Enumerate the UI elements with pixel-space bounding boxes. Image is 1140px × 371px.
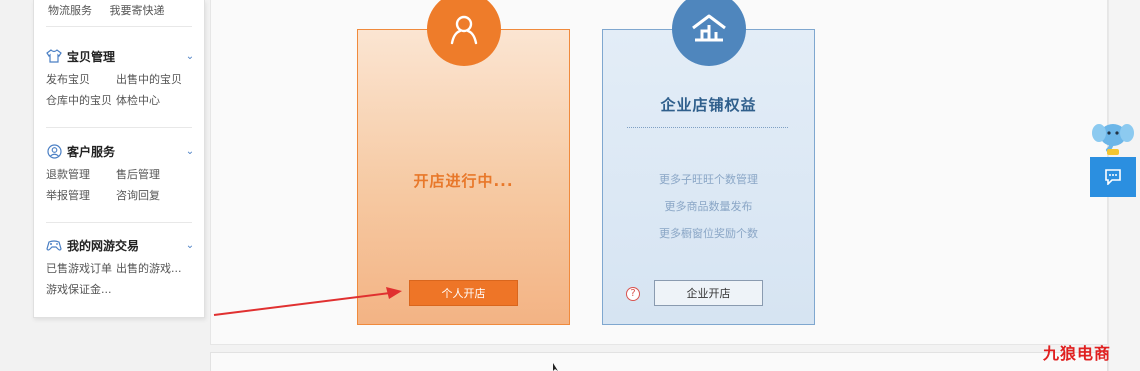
sidebar-section-items: 宝贝管理 ⌄ 发布宝贝 出售中的宝贝 仓库中的宝贝 体检中心 [46,46,196,108]
sidebar-section-game-trade: 我的网游交易 ⌄ 已售游戏订单 出售的游戏... 游戏保证金... [46,235,196,297]
elephant-mascot-icon[interactable] [1090,117,1136,157]
enterprise-feature: 更多橱窗位奖励个数 [659,227,758,240]
gamepad-icon [46,237,62,253]
sidebar-top-links: 物流服务 我要寄快递 [48,2,179,18]
sidebar-row: 仓库中的宝贝 体检中心 [46,92,196,108]
sidebar-link[interactable]: 出售的游戏... [116,260,182,276]
divider [627,127,788,128]
chevron-down-icon[interactable]: ⌄ [184,51,196,62]
sidebar-link[interactable]: 举报管理 [46,187,116,203]
sidebar-row: 退款管理 售后管理 [46,166,196,182]
enterprise-benefits-title: 企业店铺权益 [660,96,757,114]
enterprise-feature: 更多商品数量发布 [664,200,753,213]
sidebar-link[interactable]: 体检中心 [116,92,160,108]
sidebar-section-title: 我的网游交易 [67,238,140,253]
sidebar-divider [46,26,192,27]
seller-sidebar: 物流服务 我要寄快递 宝贝管理 ⌄ 发布宝贝 出售中的宝贝 仓库中的宝贝 体检中心 … [33,0,205,318]
sidebar-row: 游戏保证金... [46,281,196,297]
sidebar-section-header[interactable]: 客户服务 ⌄ [46,141,196,161]
sidebar-row: 举报管理 咨询回复 [46,187,196,203]
chevron-down-icon[interactable]: ⌄ [184,240,196,251]
enterprise-feature: 更多子旺旺个数管理 [659,173,758,186]
sidebar-link[interactable]: 退款管理 [46,166,116,182]
personal-shop-button[interactable]: 个人开店 [409,280,518,306]
sidebar-link[interactable]: 出售中的宝贝 [116,71,182,87]
help-icon[interactable]: ? [626,287,640,301]
bottom-panel [210,352,1108,371]
sidebar-section-header[interactable]: 宝贝管理 ⌄ [46,46,196,66]
enterprise-shop-button[interactable]: 企业开店 [654,280,763,306]
sidebar-row: 发布宝贝 出售中的宝贝 [46,71,196,87]
sidebar-link-send-express[interactable]: 我要寄快递 [110,4,165,17]
sidebar-link[interactable]: 咨询回复 [116,187,160,203]
sidebar-link[interactable]: 发布宝贝 [46,71,116,87]
user-circle-icon [46,143,62,159]
watermark: 九狼电商 [1043,344,1112,363]
sidebar-section-title: 客户服务 [67,144,116,159]
chat-bubble-icon[interactable] [1090,157,1136,197]
sidebar-link[interactable]: 售后管理 [116,166,160,182]
sidebar-divider [46,127,192,128]
chevron-down-icon[interactable]: ⌄ [184,146,196,157]
tshirt-icon [46,48,62,64]
sidebar-link[interactable]: 已售游戏订单 [46,260,116,276]
sidebar-link-logistics[interactable]: 物流服务 [48,4,92,17]
sidebar-section-customer-service: 客户服务 ⌄ 退款管理 售后管理 举报管理 咨询回复 [46,141,196,203]
sidebar-section-title: 宝贝管理 [67,49,116,64]
cursor-icon [553,363,558,371]
annotation-arrow [213,287,402,316]
sidebar-link[interactable]: 仓库中的宝贝 [46,92,116,108]
sidebar-link[interactable]: 游戏保证金... [46,281,116,297]
sidebar-section-header[interactable]: 我的网游交易 ⌄ [46,235,196,255]
sidebar-divider [46,222,192,223]
shop-opening-status: 开店进行中... [413,172,514,190]
sidebar-row: 已售游戏订单 出售的游戏... [46,260,196,276]
